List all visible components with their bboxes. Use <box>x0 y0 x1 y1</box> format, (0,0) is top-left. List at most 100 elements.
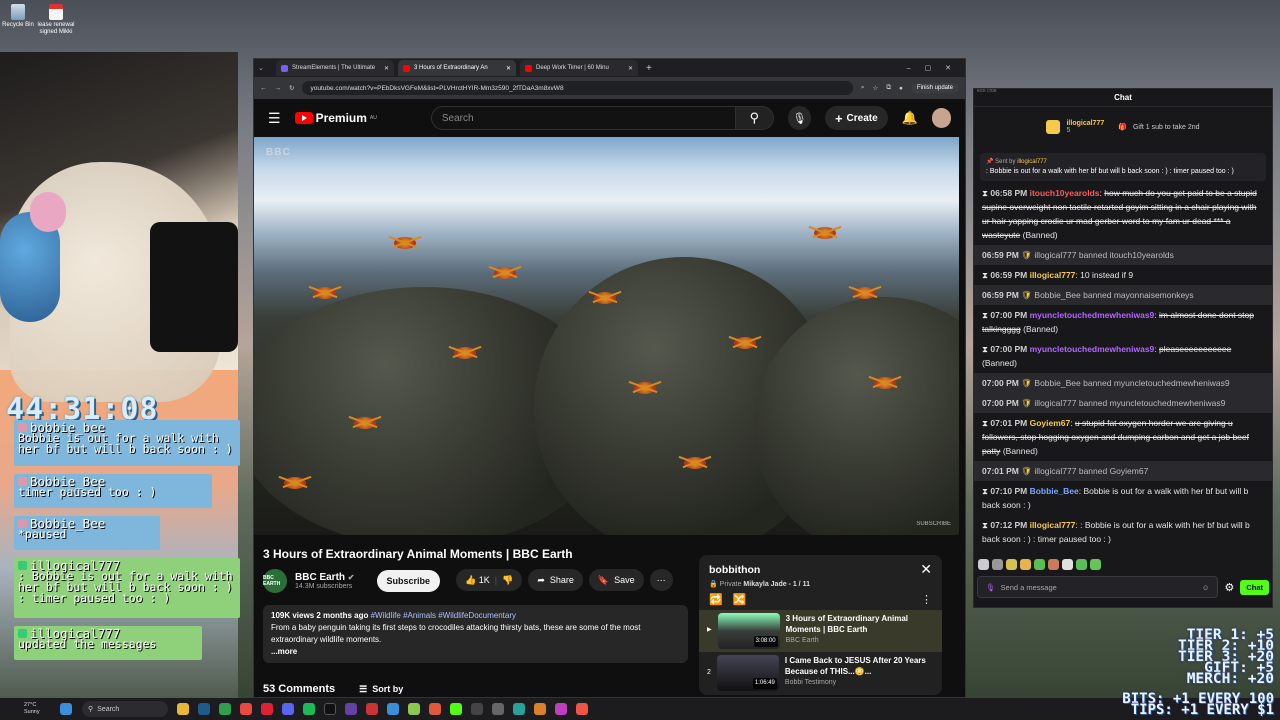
close-tab-icon[interactable]: ✕ <box>384 65 389 72</box>
finish-update-button[interactable]: Finish update <box>910 83 959 93</box>
forward-icon[interactable]: → <box>275 85 282 92</box>
url-field[interactable]: youtube.com/watch?v=PEbDksVGFeM&list=PLV… <box>302 81 853 95</box>
steam-icon[interactable] <box>198 703 210 715</box>
tab-streamelements[interactable]: StreamElements | The Ultimate ✕ <box>276 60 394 76</box>
emote-icon[interactable] <box>1076 559 1087 570</box>
profile-avatar-icon[interactable]: ● <box>899 85 903 92</box>
account-avatar[interactable] <box>931 108 951 128</box>
notifications-bell-icon[interactable]: 🔔 <box>902 110 918 126</box>
app-icon[interactable] <box>471 703 483 715</box>
emote-icon[interactable] <box>1034 559 1045 570</box>
tab-list-icon[interactable]: ⌄ <box>258 64 272 72</box>
close-tab-icon[interactable]: ✕ <box>628 65 633 72</box>
chat-message-input[interactable]: 🎙 Send a message ☺ <box>977 576 1219 598</box>
discord-icon[interactable] <box>282 703 294 715</box>
description-box[interactable]: 109K views 2 months ago #Wildlife #Anima… <box>263 605 688 663</box>
emote-icon[interactable] <box>978 559 989 570</box>
pdf-file-icon[interactable]: lease renewal signed Mikki <box>28 4 84 36</box>
message-user[interactable]: illogical777 <box>1034 398 1076 408</box>
chat-message[interactable]: ⧗ 07:12 PM illogical777: : Bobbie is out… <box>974 515 1272 549</box>
chat-mod-action[interactable]: 07:00 PM 🛡 illogical777 banned myuncleto… <box>974 393 1272 413</box>
chat-message[interactable]: ⧗ 06:59 PM illogical777: 10 instead if 9 <box>974 265 1272 285</box>
message-user[interactable]: Bobbie_Bee <box>1034 290 1080 300</box>
app-icon[interactable] <box>408 703 420 715</box>
search-button[interactable]: ⚲ <box>735 106 775 130</box>
menu-icon[interactable]: ☰ <box>268 110 281 127</box>
youtube-logo[interactable]: Premium AU <box>294 111 377 125</box>
loop-icon[interactable]: 🔁 <box>709 593 723 606</box>
app-icon[interactable] <box>555 703 567 715</box>
show-more-link[interactable]: ...more <box>271 646 680 658</box>
hashtags[interactable]: #Wildlife #Animals #WildlifeDocumentary <box>371 611 516 620</box>
weather-widget[interactable]: 27°C Sunny <box>0 702 60 716</box>
message-user[interactable]: Bobbie_Bee <box>1030 486 1079 496</box>
app-icon[interactable] <box>492 703 504 715</box>
emote-icon[interactable] <box>1090 559 1101 570</box>
message-user[interactable]: Goyiem67 <box>1030 418 1071 428</box>
app-icon[interactable] <box>387 703 399 715</box>
settings-icon[interactable]: ⚙ <box>1224 581 1234 594</box>
chat-mod-action[interactable]: 07:01 PM 🛡 illogical777 banned Goyiem67 <box>974 461 1272 481</box>
emote-icon[interactable] <box>1006 559 1017 570</box>
message-user[interactable]: illogical777 <box>1030 270 1076 280</box>
message-user[interactable]: illogical777 <box>1030 520 1076 530</box>
channel-avatar[interactable]: BBC EARTH <box>263 569 287 593</box>
spotify-icon[interactable] <box>303 703 315 715</box>
taskbar-search[interactable]: ⚲ Search <box>82 701 168 717</box>
kick-icon[interactable] <box>450 703 462 715</box>
file-explorer-icon[interactable] <box>177 703 189 715</box>
close-playlist-icon[interactable]: ✕ <box>920 561 932 578</box>
back-icon[interactable]: ← <box>260 85 267 92</box>
message-user[interactable]: illogical777 <box>1034 466 1076 476</box>
extensions-icon[interactable]: ⧉ <box>886 84 891 92</box>
share-button[interactable]: ➦ Share <box>528 569 583 591</box>
dislike-button[interactable]: 👎 <box>502 575 513 586</box>
tab-youtube-video[interactable]: 3 Hours of Extraordinary An ✕ <box>398 60 516 76</box>
emote-icon[interactable] <box>992 559 1003 570</box>
channel-name[interactable]: BBC Earth ✔ <box>295 572 355 583</box>
chat-message[interactable]: ⧗ 07:01 PM Goyiem67: u stupid fat oxygen… <box>974 413 1272 461</box>
top-gifter-name[interactable]: illogical777 <box>1066 120 1104 127</box>
message-user[interactable]: myuncletouchedmewheniwas9 <box>1030 344 1155 354</box>
chat-message[interactable]: ⧗ 07:00 PM myuncletouchedmewheniwas9: im… <box>974 305 1272 339</box>
more-actions-button[interactable]: ⋯ <box>649 569 673 591</box>
chat-mod-action[interactable]: 07:00 PM 🛡 Bobbie_Bee banned myuncletouc… <box>974 373 1272 393</box>
app-icon[interactable] <box>219 703 231 715</box>
start-button-icon[interactable] <box>60 703 72 715</box>
emoji-icon[interactable]: ☺ <box>1202 583 1210 592</box>
tiktok-icon[interactable] <box>324 703 336 715</box>
emote-icon[interactable] <box>1048 559 1059 570</box>
playlist-menu-icon[interactable]: ⋮ <box>921 593 932 606</box>
video-player[interactable]: BBC SUBSCRIBE <box>254 137 959 535</box>
zoom-icon[interactable]: ⌕ <box>861 84 865 92</box>
window-controls[interactable]: –▢✕ <box>907 64 965 72</box>
pinned-by-user[interactable]: illogical777 <box>1017 159 1047 165</box>
shuffle-icon[interactable]: 🔀 <box>733 593 747 606</box>
app-icon[interactable] <box>513 703 525 715</box>
tab-deep-work-timer[interactable]: Deep Work Timer | 60 Minu ✕ <box>520 60 638 76</box>
send-chat-button[interactable]: Chat <box>1240 579 1269 595</box>
new-tab-icon[interactable]: + <box>646 63 652 74</box>
chat-message[interactable]: ⧗ 07:10 PM Bobbie_Bee: Bobbie is out for… <box>974 481 1272 515</box>
close-tab-icon[interactable]: ✕ <box>506 65 511 72</box>
chrome-icon[interactable] <box>240 703 252 715</box>
bookmark-star-icon[interactable]: ☆ <box>873 84 879 92</box>
create-button[interactable]: + Create <box>824 106 888 130</box>
message-user[interactable]: illogical777 <box>1034 250 1076 260</box>
subscribe-button[interactable]: Subscribe <box>376 570 441 592</box>
sort-by-button[interactable]: ☰ Sort by <box>359 683 403 695</box>
app-icon[interactable] <box>261 703 273 715</box>
playlist-item[interactable]: ▶ 3:08:00 3 Hours of Extraordinary Anima… <box>699 610 942 652</box>
chat-message[interactable]: ⧗ 06:58 PM itouch10yearolds: how much do… <box>974 183 1272 245</box>
app-icon[interactable] <box>534 703 546 715</box>
message-user[interactable]: Bobbie_Bee <box>1034 378 1080 388</box>
chat-message[interactable]: ⧗ 07:00 PM myuncletouchedmewheniwas9: pl… <box>974 339 1272 373</box>
save-button[interactable]: 🔖 Save <box>588 569 644 591</box>
message-user[interactable]: itouch10yearolds <box>1030 188 1100 198</box>
twitch-icon[interactable] <box>345 703 357 715</box>
chat-mod-action[interactable]: 06:59 PM 🛡 illogical777 banned itouch10y… <box>974 245 1272 265</box>
emote-icon[interactable] <box>1062 559 1073 570</box>
playlist-title[interactable]: bobbithon <box>699 557 770 576</box>
search-input[interactable]: Search <box>430 106 736 130</box>
like-button[interactable]: 👍 1K <box>465 575 490 586</box>
